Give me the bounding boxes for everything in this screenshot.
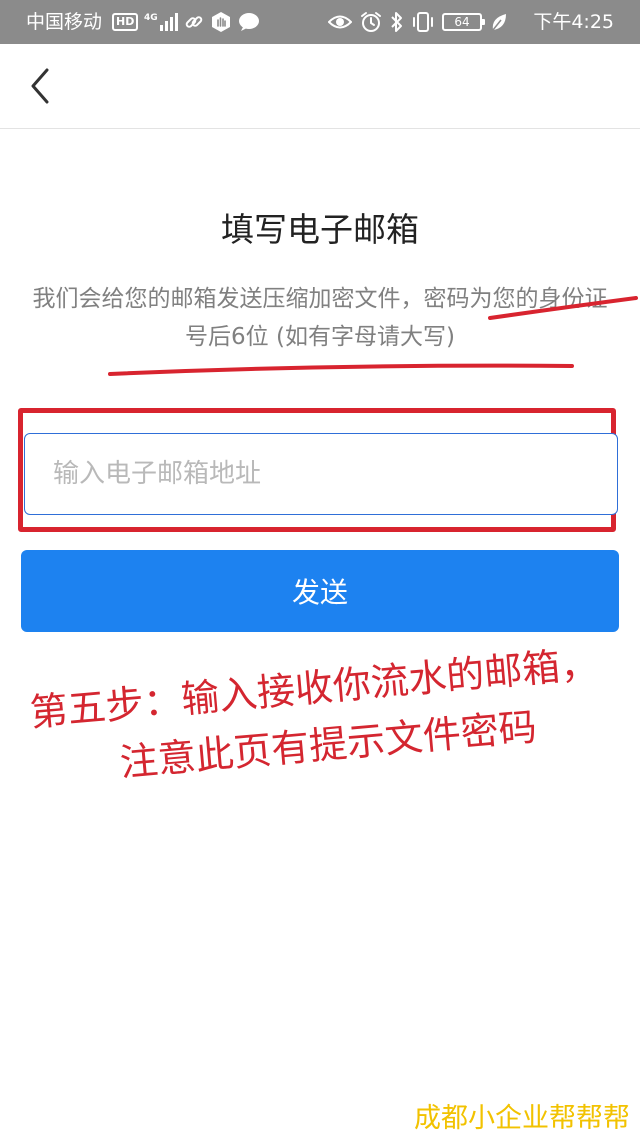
- vibrate-icon: [412, 11, 434, 33]
- send-button[interactable]: 发送: [21, 550, 619, 632]
- status-time: 下午4:25: [533, 11, 614, 33]
- leaf-icon: [490, 12, 508, 32]
- link-icon: [184, 12, 204, 32]
- status-bar: 中国移动 HD 4G 64 下午4:25: [0, 0, 640, 44]
- battery-icon: 64: [442, 13, 485, 31]
- status-left-icons: HD 4G: [112, 9, 260, 35]
- underline-stroke-2: [108, 363, 574, 376]
- signal-icon: 4G: [144, 11, 179, 33]
- email-input[interactable]: [24, 433, 618, 515]
- page-title: 填写电子邮箱: [221, 210, 419, 249]
- hd-badge-icon: HD: [112, 13, 139, 31]
- bluetooth-icon: [390, 11, 404, 33]
- back-button[interactable]: [20, 64, 60, 108]
- chevron-left-icon: [31, 68, 49, 104]
- hand-icon: [210, 11, 232, 33]
- nav-bar: [0, 44, 640, 129]
- status-right-icons: 64: [328, 9, 508, 35]
- eye-icon: [328, 13, 352, 31]
- watermark-text: 成都小企业帮帮帮: [414, 1103, 630, 1134]
- password-hint-text: 我们会给您的邮箱发送压缩加密文件，密码为您的身份证号后6位 (如有字母请大写): [32, 286, 608, 350]
- carrier-name: 中国移动: [26, 11, 103, 33]
- alarm-icon: [360, 11, 382, 33]
- svg-text:4G: 4G: [144, 13, 158, 23]
- chat-icon: [238, 12, 260, 32]
